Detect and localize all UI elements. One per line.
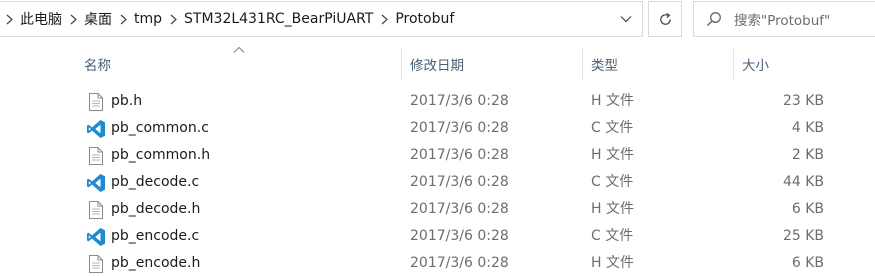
chevron-right-icon[interactable]	[375, 14, 393, 25]
file-list: pb.h 2017/3/6 0:28 H 文件 23 KB pb_common.…	[0, 88, 875, 277]
column-header-date[interactable]: 修改日期	[401, 48, 581, 80]
toolbar: 此电脑 桌面 tmp STM32L431RC_BearPiUART Protob…	[0, 0, 875, 38]
file-name[interactable]: pb_common.h	[111, 142, 210, 169]
search-input[interactable]: 搜索"Protobuf"	[734, 9, 830, 29]
file-name[interactable]: pb_common.c	[111, 115, 209, 142]
file-size: 6 KB	[791, 255, 824, 271]
file-type: C 文件	[591, 174, 634, 190]
search-box[interactable]: 搜索"Protobuf"	[693, 1, 875, 37]
file-type: C 文件	[591, 228, 634, 244]
address-bar[interactable]: 此电脑 桌面 tmp STM32L431RC_BearPiUART Protob…	[0, 1, 643, 37]
file-size: 4 KB	[791, 120, 824, 136]
chevron-right-icon[interactable]	[0, 14, 18, 25]
column-divider[interactable]	[733, 48, 734, 80]
column-divider[interactable]	[401, 48, 402, 80]
column-header-size[interactable]: 大小	[733, 48, 833, 80]
file-date: 2017/3/6 0:28	[410, 255, 509, 271]
chevron-right-icon[interactable]	[114, 14, 132, 25]
header-file-icon	[86, 92, 106, 112]
file-size: 6 KB	[791, 201, 824, 217]
header-file-icon	[86, 254, 106, 274]
vscode-icon	[86, 173, 106, 193]
file-date: 2017/3/6 0:28	[410, 147, 509, 163]
file-date: 2017/3/6 0:28	[410, 228, 509, 244]
refresh-button[interactable]	[648, 1, 682, 37]
file-type: H 文件	[591, 201, 634, 217]
file-size: 25 KB	[782, 228, 824, 244]
file-date: 2017/3/6 0:28	[410, 174, 509, 190]
file-type: H 文件	[591, 147, 634, 163]
file-date: 2017/3/6 0:28	[410, 201, 509, 217]
breadcrumb-item-tmp[interactable]: tmp	[132, 11, 164, 27]
breadcrumb-item-project[interactable]: STM32L431RC_BearPiUART	[182, 11, 375, 27]
file-type: H 文件	[591, 255, 634, 271]
chevron-right-icon[interactable]	[64, 14, 82, 25]
header-file-icon	[86, 146, 106, 166]
file-name[interactable]: pb_encode.h	[111, 250, 200, 277]
file-row[interactable]: pb_common.c 2017/3/6 0:28 C 文件 4 KB	[0, 115, 875, 142]
file-name[interactable]: pb_decode.c	[111, 169, 199, 196]
file-row[interactable]: pb.h 2017/3/6 0:28 H 文件 23 KB	[0, 88, 875, 115]
file-row[interactable]: pb_encode.c 2017/3/6 0:28 C 文件 25 KB	[0, 223, 875, 250]
file-size: 2 KB	[791, 147, 824, 163]
file-name[interactable]: pb_encode.c	[111, 223, 199, 250]
search-icon	[694, 11, 734, 27]
file-size: 44 KB	[782, 174, 824, 190]
file-date: 2017/3/6 0:28	[410, 93, 509, 109]
file-size: 23 KB	[782, 93, 824, 109]
file-row[interactable]: pb_encode.h 2017/3/6 0:28 H 文件 6 KB	[0, 250, 875, 277]
vscode-icon	[86, 227, 106, 247]
breadcrumb-item-desktop[interactable]: 桌面	[82, 9, 114, 29]
chevron-down-icon[interactable]	[614, 2, 638, 36]
column-header-type[interactable]: 类型	[582, 48, 732, 80]
file-type: H 文件	[591, 93, 634, 109]
chevron-right-icon[interactable]	[164, 14, 182, 25]
column-divider[interactable]	[582, 48, 583, 80]
column-header-name[interactable]: 名称	[75, 48, 400, 80]
file-type: C 文件	[591, 120, 634, 136]
refresh-icon	[659, 12, 671, 25]
vscode-icon	[86, 119, 106, 139]
file-name[interactable]: pb.h	[111, 88, 142, 115]
header-file-icon	[86, 200, 106, 220]
breadcrumb-item-protobuf[interactable]: Protobuf	[393, 11, 456, 27]
file-date: 2017/3/6 0:28	[410, 120, 509, 136]
file-row[interactable]: pb_decode.c 2017/3/6 0:28 C 文件 44 KB	[0, 169, 875, 196]
breadcrumb: 此电脑 桌面 tmp STM32L431RC_BearPiUART Protob…	[0, 2, 456, 36]
file-row[interactable]: pb_common.h 2017/3/6 0:28 H 文件 2 KB	[0, 142, 875, 169]
file-row[interactable]: pb_decode.h 2017/3/6 0:28 H 文件 6 KB	[0, 196, 875, 223]
column-header: 名称 修改日期 类型 大小	[0, 48, 875, 80]
breadcrumb-item-this-pc[interactable]: 此电脑	[18, 9, 64, 29]
file-name[interactable]: pb_decode.h	[111, 196, 200, 223]
